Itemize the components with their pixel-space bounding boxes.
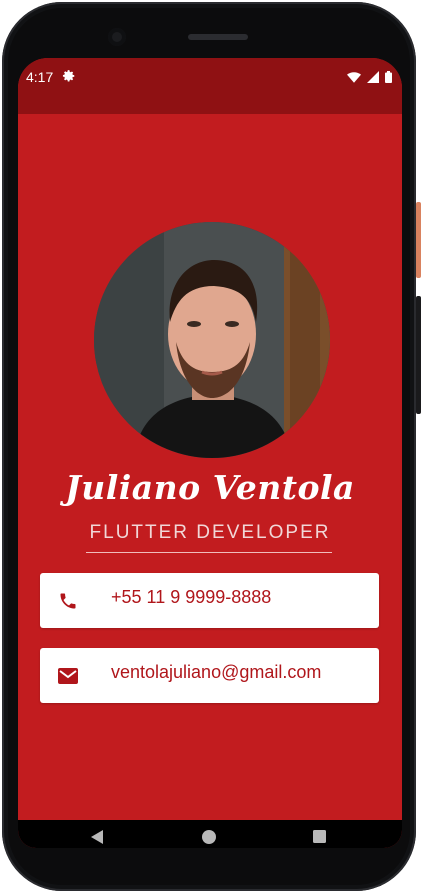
back-icon[interactable]: [91, 830, 103, 844]
settings-gear-icon: [62, 70, 75, 82]
status-bar: 4:17: [18, 58, 402, 114]
volume-button: [416, 296, 421, 414]
email-address: ventolajuliano@gmail.com: [111, 662, 322, 682]
earpiece-speaker: [188, 34, 248, 40]
cell-signal-icon: [367, 71, 379, 83]
mail-icon: [56, 664, 80, 688]
app-screen: 4:17 Juliano Ventola FLUTTER DEVELOPER +…: [18, 58, 402, 848]
phone-number: +55 11 9 9999-8888: [111, 587, 272, 607]
phone-icon: [56, 589, 80, 613]
status-icons: [347, 71, 392, 83]
wifi-icon: [347, 71, 361, 83]
front-camera: [108, 28, 126, 46]
phone-card[interactable]: +55 11 9 9999-8888: [40, 573, 379, 628]
profile-title: FLUTTER DEVELOPER: [89, 522, 331, 543]
email-card[interactable]: ventolajuliano@gmail.com: [40, 648, 379, 703]
power-button: [416, 202, 421, 278]
profile-name: Juliano Ventola: [65, 468, 355, 507]
status-time: 4:17: [26, 69, 54, 85]
recents-icon[interactable]: [313, 830, 326, 843]
profile-photo: [94, 222, 330, 458]
battery-icon: [385, 71, 392, 83]
divider: [86, 552, 332, 553]
home-icon[interactable]: [202, 830, 216, 844]
avatar: [94, 222, 330, 458]
